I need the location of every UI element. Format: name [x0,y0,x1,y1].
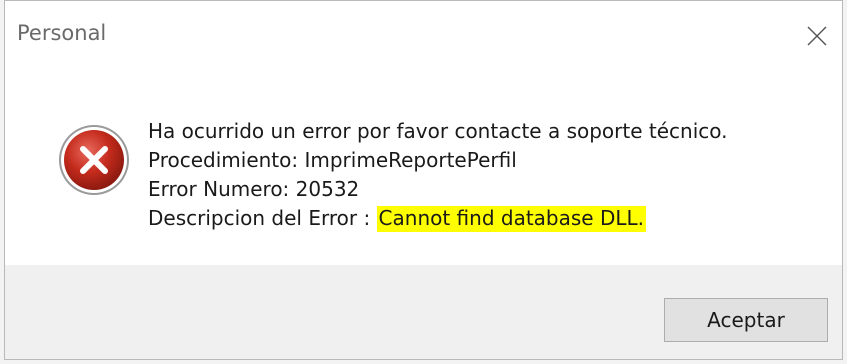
accept-button[interactable]: Aceptar [664,298,828,342]
message-line-4: Descripcion del Error : Cannot find data… [148,204,728,233]
close-button[interactable] [792,1,842,71]
message-line-1: Ha ocurrido un error por favor contacte … [148,119,728,143]
error-message: Ha ocurrido un error por favor contacte … [148,117,728,233]
message-line-3: Error Numero: 20532 [148,177,360,201]
error-icon [59,125,129,195]
error-dialog: Personal Ha ocurrido un error por favor … [4,0,843,360]
error-description-label: Descripcion del Error : [148,206,377,230]
error-description-value: Cannot find database DLL. [376,206,647,232]
dialog-content: Ha ocurrido un error por favor contacte … [5,73,842,265]
close-icon [807,26,827,46]
title-bar[interactable]: Personal [5,1,842,73]
message-line-2: Procedimiento: ImprimeReportePerfil [148,148,517,172]
dialog-footer: Aceptar [5,265,842,359]
window-title: Personal [17,21,107,45]
